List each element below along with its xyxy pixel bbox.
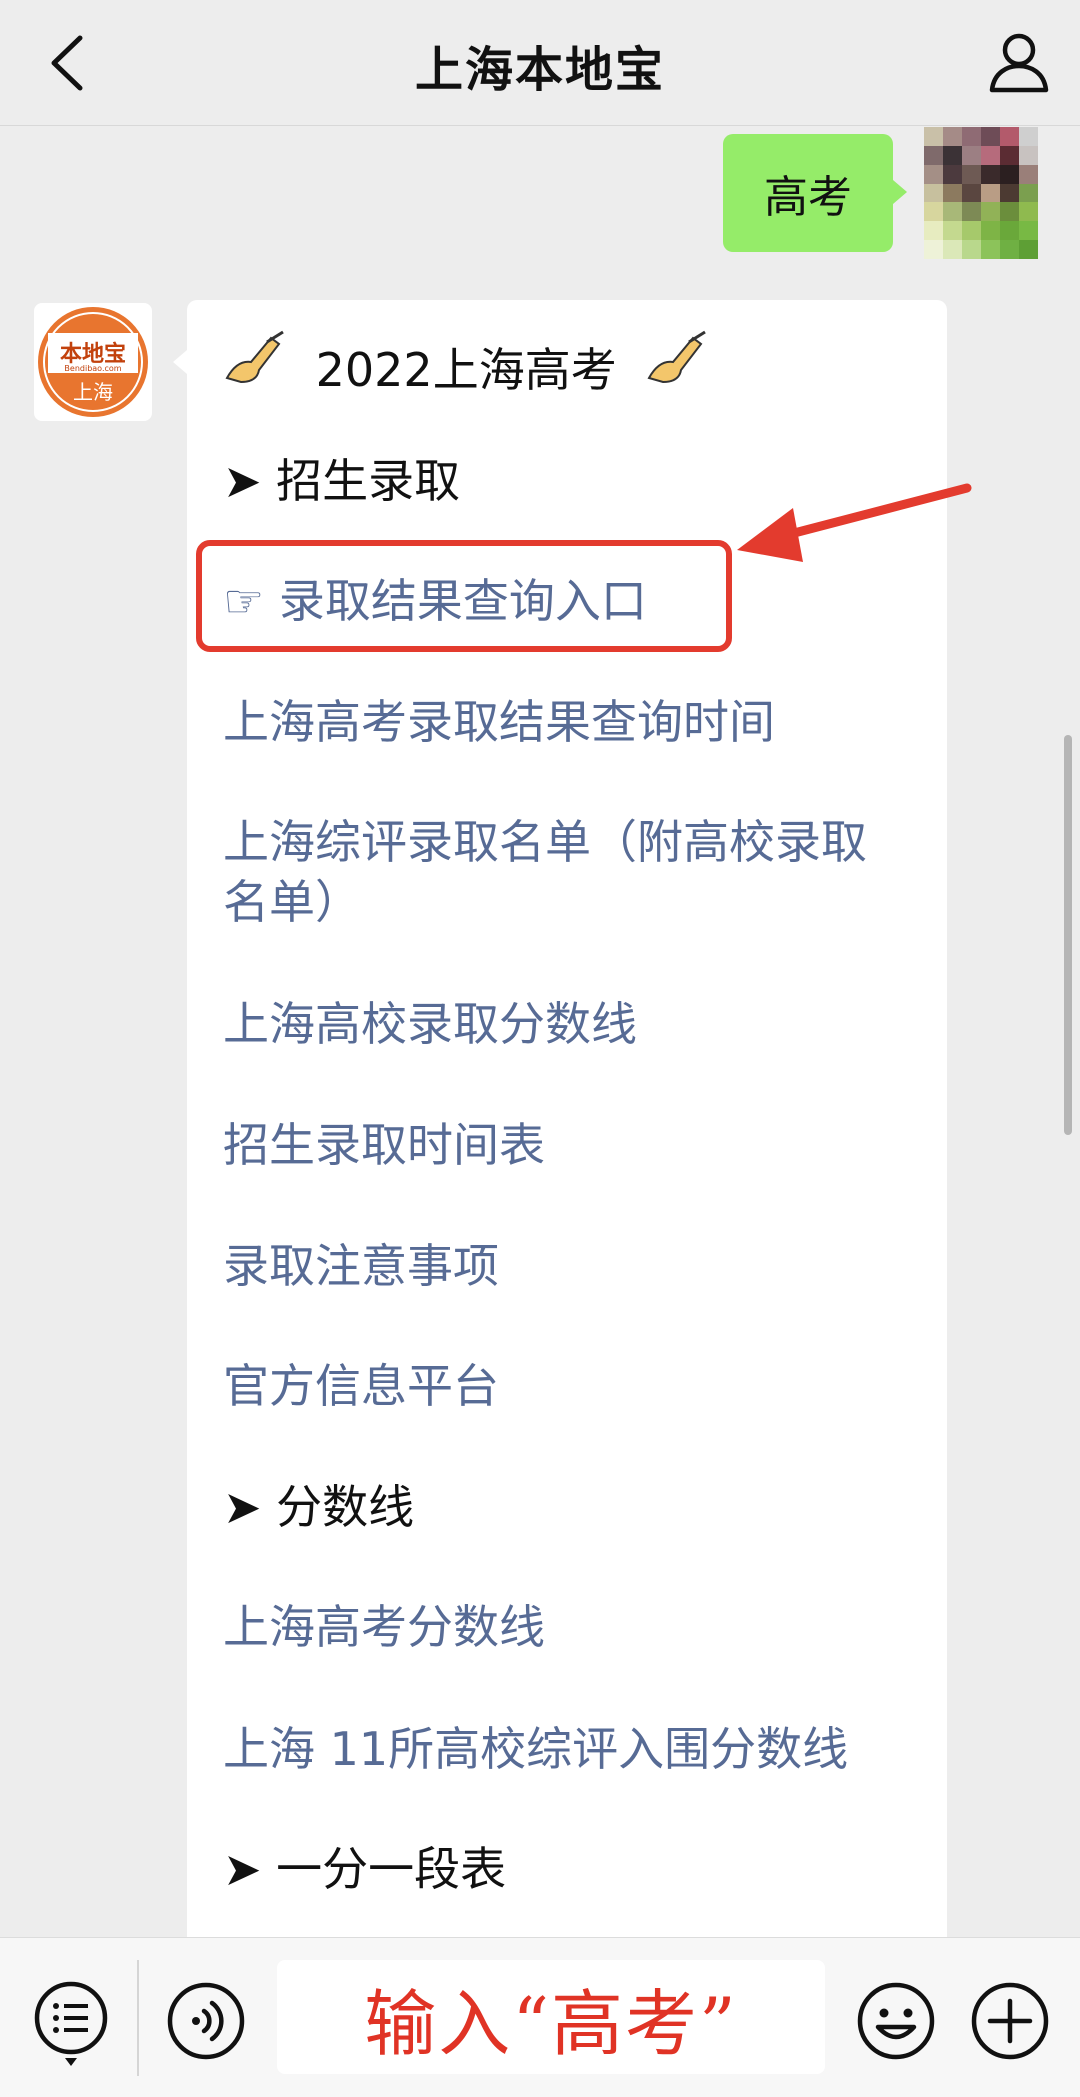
plus-icon bbox=[971, 1982, 1049, 2060]
emoji-button[interactable] bbox=[856, 1981, 936, 2061]
bottom-input-bar: 输入“高考” bbox=[0, 1937, 1080, 2097]
outgoing-message-bubble[interactable]: 高考 bbox=[723, 134, 907, 252]
card-title-row: 2022上海高考 bbox=[223, 330, 709, 400]
menu-list-icon bbox=[34, 1981, 108, 2066]
profile-button[interactable] bbox=[984, 28, 1054, 98]
voice-icon bbox=[167, 1982, 245, 2060]
voice-button[interactable] bbox=[166, 1981, 246, 2061]
section-heading-score-line: ➤ 分数线 bbox=[223, 1480, 415, 1534]
writing-hand-icon bbox=[645, 330, 709, 400]
link-11-universities-score-line[interactable]: 上海 11所高校综评入围分数线 bbox=[223, 1719, 848, 1779]
writing-hand-icon bbox=[223, 330, 287, 400]
card-title: 2022上海高考 bbox=[315, 343, 617, 397]
bendibao-logo: 本地宝 Bendibao.com 上海 bbox=[38, 307, 148, 417]
link-official-platform[interactable]: 官方信息平台 bbox=[223, 1356, 499, 1416]
link-admission-schedule[interactable]: 招生录取时间表 bbox=[223, 1115, 545, 1175]
profile-icon bbox=[989, 33, 1049, 93]
logo-sub-text: Bendibao.com bbox=[64, 364, 121, 373]
plus-button[interactable] bbox=[970, 1981, 1050, 2061]
chat-header: 上海本地宝 bbox=[0, 0, 1080, 126]
link-comprehensive-admission-list[interactable]: 上海综评录取名单（附高校录取名单） bbox=[223, 812, 903, 932]
scrollbar[interactable] bbox=[1064, 735, 1072, 1135]
link-gaokao-score-line[interactable]: 上海高考分数线 bbox=[223, 1597, 545, 1657]
chat-title: 上海本地宝 bbox=[414, 42, 665, 98]
user-avatar[interactable] bbox=[924, 127, 1038, 259]
section-heading-admission: ➤ 招生录取 bbox=[223, 454, 461, 508]
logo-city-text: 上海 bbox=[73, 380, 113, 404]
message-input-value: 输入“高考” bbox=[364, 1981, 738, 2066]
link-admission-notes[interactable]: 录取注意事项 bbox=[223, 1236, 499, 1296]
menu-button[interactable] bbox=[28, 1978, 114, 2068]
link-university-score-line[interactable]: 上海高校录取分数线 bbox=[223, 994, 637, 1054]
message-input[interactable]: 输入“高考” bbox=[277, 1960, 825, 2074]
highlight-box bbox=[196, 540, 732, 652]
emoji-icon bbox=[857, 1982, 935, 2060]
bottom-bar-divider bbox=[137, 1960, 139, 2076]
link-result-query-time[interactable]: 上海高考录取结果查询时间 bbox=[223, 692, 775, 752]
red-arrow-icon bbox=[737, 483, 972, 562]
bot-avatar[interactable]: 本地宝 Bendibao.com 上海 bbox=[34, 303, 152, 421]
outgoing-message-text: 高考 bbox=[764, 172, 852, 223]
section-heading-score-table: ➤ 一分一段表 bbox=[223, 1842, 507, 1896]
